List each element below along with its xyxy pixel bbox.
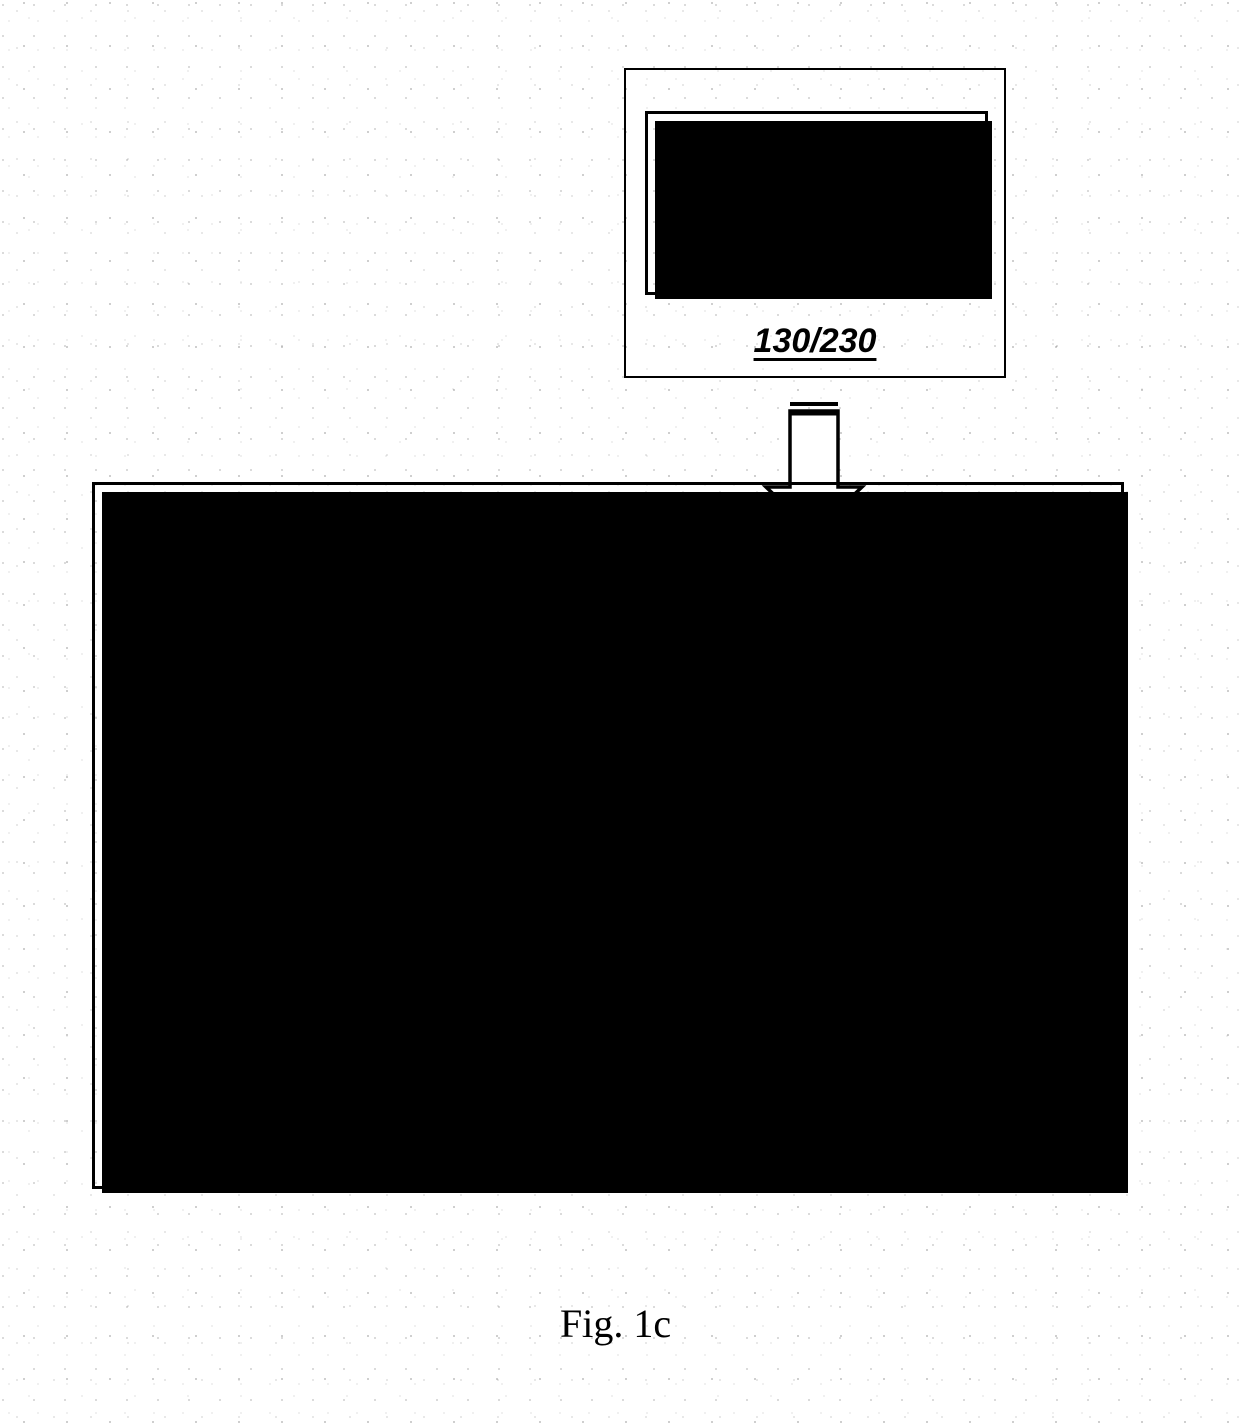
figure-caption: Fig. 1c (560, 1301, 672, 1346)
external-computer-program-box (645, 111, 992, 299)
patent-figure-page: COMPUTER PROGRAM 135/235 130/230 APPARAT… (0, 0, 1240, 1428)
processor-box (164, 623, 509, 784)
external-program-container-ref: 130/230 (753, 322, 877, 360)
memory-computer-program-box (645, 615, 990, 805)
optional-unit-box (163, 865, 510, 1025)
